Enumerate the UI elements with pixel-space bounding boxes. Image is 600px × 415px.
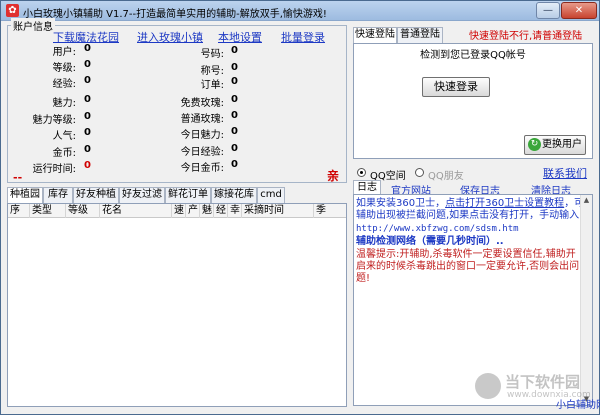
- enter-rose-town-link[interactable]: 进入玫瑰小镇: [137, 29, 203, 45]
- free-rose-value: 0: [231, 94, 238, 105]
- today-gold-value: 0: [231, 159, 238, 170]
- refresh-icon: ↻: [528, 138, 541, 151]
- today-exp-label: 今日经验:: [180, 147, 224, 158]
- log-text: 辅助检测网络（需要几秒时间）..: [356, 236, 504, 247]
- exp-label: 经验:: [52, 79, 76, 90]
- minimize-button[interactable]: —: [536, 2, 560, 19]
- app-rose-icon: ✿: [6, 4, 19, 17]
- tab-normal-login[interactable]: 普通登陆: [397, 27, 443, 43]
- window-title: 小白玫瑰小镇辅助 V1.7--打造最简单实用的辅助-解放双手,愉快游戏!: [23, 9, 327, 20]
- col-level[interactable]: 等级: [66, 204, 100, 218]
- close-button[interactable]: ✕: [561, 2, 597, 19]
- watermark-text: 当下软件园: [505, 373, 581, 391]
- log-line: 辅助出现被拦截问题,如果点击没有打开，手动输入网址:: [356, 210, 593, 221]
- switch-user-button[interactable]: ↻ 更换用户: [524, 135, 586, 155]
- user-value: 0: [84, 43, 91, 54]
- tab-flower-orders[interactable]: 鲜花订单: [165, 187, 211, 203]
- today-exp-value: 0: [231, 143, 238, 154]
- qq-number-label: 号码:: [200, 49, 224, 60]
- today-charm-value: 0: [231, 126, 238, 137]
- popularity-label: 人气:: [52, 131, 76, 142]
- login-hint: 检测到您已登录QQ帐号: [420, 50, 526, 61]
- log-line: 题!: [356, 273, 370, 284]
- col-luck[interactable]: 幸: [228, 204, 242, 218]
- title-bar[interactable]: ✿ 小白玫瑰小镇辅助 V1.7--打造最简单实用的辅助-解放双手,愉快游戏! —…: [1, 1, 599, 21]
- login-tab-strip: 快速登陆 普通登陆: [353, 27, 463, 44]
- contact-us-link[interactable]: 联系我们: [543, 165, 587, 181]
- switch-user-label: 更换用户: [542, 139, 582, 150]
- orders-value: 0: [231, 76, 238, 87]
- login-status-text: 快速登陆不行,请普通登陆: [469, 31, 583, 42]
- gold-label: 金币:: [52, 148, 76, 159]
- brand-label: 小白辅助网: [556, 400, 600, 411]
- app-window: ✿ 小白玫瑰小镇辅助 V1.7--打造最简单实用的辅助-解放双手,愉快游戏! —…: [0, 0, 600, 415]
- log-line: 启来的时候杀毒跳出的窗口一定要允许,否则会出问: [356, 261, 579, 272]
- tab-graft-library[interactable]: 嫁接花库: [211, 187, 257, 203]
- log-text: 温馨提示:开辅助,杀毒软件一定要设置信任,辅助开: [356, 249, 576, 260]
- col-harvest-time[interactable]: 采摘时间: [242, 204, 314, 218]
- level-value: 0: [84, 59, 91, 70]
- gift-icon[interactable]: 亲: [327, 169, 341, 183]
- title-label: 称号:: [200, 66, 224, 77]
- log-text: 如果安装360卫士，: [356, 198, 446, 209]
- tab-friend-filter[interactable]: 好友过滤: [119, 187, 165, 203]
- account-info-legend: 账户信息: [11, 18, 55, 33]
- log-link[interactable]: 点击打开360卫士设置教程: [445, 198, 564, 209]
- log-line: 温馨提示:开辅助,杀毒软件一定要设置信任,辅助开: [356, 249, 576, 260]
- batch-login-link[interactable]: 批量登录: [281, 29, 325, 45]
- log-scrollbar[interactable]: ▲ ▼: [580, 195, 592, 405]
- tab-plantation[interactable]: 种植园: [7, 187, 43, 204]
- charm-level-value: 0: [84, 111, 91, 122]
- charm-label: 魅力:: [52, 98, 76, 109]
- local-settings-link[interactable]: 本地设置: [218, 29, 262, 45]
- col-type[interactable]: 类型: [30, 204, 66, 218]
- quick-login-panel: 检测到您已登录QQ帐号 快速登录 ↻ 更换用户: [353, 43, 593, 159]
- log-line: http://www.xbfzwg.com/sdsm.htm: [356, 223, 519, 235]
- log-text: 启来的时候杀毒跳出的窗口一定要允许,否则会出问: [356, 261, 580, 272]
- scroll-up-icon[interactable]: ▲: [581, 195, 592, 206]
- qq-number-value: 0: [231, 45, 238, 56]
- radio-qq-friend[interactable]: QQ朋友: [415, 167, 464, 182]
- watermark-logo: [475, 373, 501, 399]
- free-rose-label: 免费玫瑰:: [180, 98, 224, 109]
- charm-level-label: 魅力等级:: [32, 115, 76, 126]
- col-season[interactable]: 季: [314, 204, 346, 218]
- exp-value: 0: [84, 75, 91, 86]
- today-gold-label: 今日金币:: [180, 163, 224, 174]
- col-exp[interactable]: 经: [214, 204, 228, 218]
- col-flower-name[interactable]: 花名: [100, 204, 172, 218]
- popularity-value: 0: [84, 127, 91, 138]
- user-label: 用户:: [52, 47, 76, 58]
- col-index[interactable]: 序: [8, 204, 30, 218]
- tab-cmd[interactable]: cmd: [257, 187, 285, 203]
- charm-value: 0: [84, 94, 91, 105]
- plantation-table[interactable]: 序 类型 等级 花名 速 产 魅 经 幸 采摘时间 季: [7, 203, 347, 407]
- log-text: 辅助出现被拦截问题,如果点击没有打开，手动输入网址:: [356, 210, 593, 221]
- gold-value: 0: [84, 144, 91, 155]
- col-speed[interactable]: 速: [172, 204, 186, 218]
- log-text: http://www.xbfzwg.com/sdsm.htm: [356, 224, 519, 234]
- log-line: 如果安装360卫士，点击打开360卫士设置教程，可以解决: [356, 198, 592, 209]
- today-charm-label: 今日魅力:: [180, 130, 224, 141]
- normal-rose-label: 普通玫瑰:: [180, 114, 224, 125]
- quick-login-button[interactable]: 快速登录: [422, 77, 490, 97]
- orders-label: 订单:: [200, 80, 224, 91]
- log-text: 题!: [356, 273, 371, 284]
- log-line: 辅助检测网络（需要几秒时间）..: [356, 236, 504, 247]
- bottom-tab-strip: 种植园 库存 好友种植 好友过滤 鲜花订单 嫁接花库 cmd: [7, 187, 349, 204]
- normal-rose-value: 0: [231, 110, 238, 121]
- tab-inventory[interactable]: 库存: [43, 187, 73, 203]
- level-label: 等级:: [52, 63, 76, 74]
- radio-dot-selected: [357, 168, 366, 177]
- tab-friend-planting[interactable]: 好友种植: [73, 187, 119, 203]
- title-value: 0: [231, 62, 238, 73]
- table-header: 序 类型 等级 花名 速 产 魅 经 幸 采摘时间 季: [8, 204, 346, 218]
- radio-qzone[interactable]: QQ空间: [357, 167, 406, 182]
- col-yield[interactable]: 产: [186, 204, 200, 218]
- col-charm[interactable]: 魅: [200, 204, 214, 218]
- runtime-value: 0: [84, 160, 91, 171]
- radio-dot: [415, 168, 424, 177]
- status-dash: --: [13, 171, 23, 184]
- tab-quick-login[interactable]: 快速登陆: [353, 27, 397, 44]
